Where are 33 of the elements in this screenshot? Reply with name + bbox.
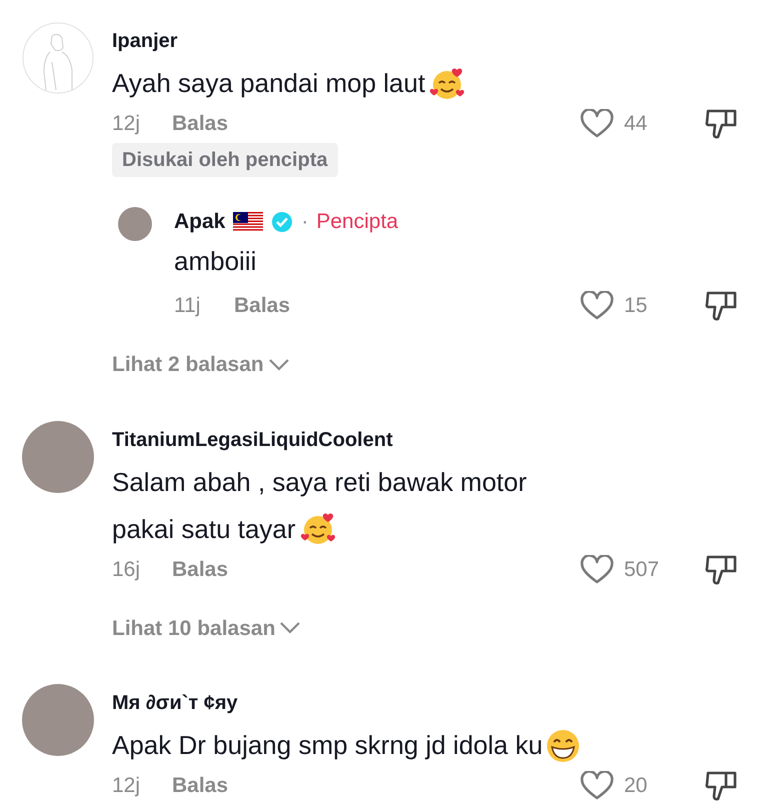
heart-icon[interactable] bbox=[580, 291, 614, 321]
creator-liked-badge: Disukai oleh pencipta bbox=[112, 143, 338, 177]
comment-text: Ayah saya pandai mop laut bbox=[112, 67, 426, 100]
username[interactable]: Mя ∂σи`т ¢яу bbox=[112, 690, 768, 716]
comment-time: 11j bbox=[174, 293, 202, 320]
comment-text: Apak Dr bujang smp skrng jd idola ku bbox=[112, 729, 543, 762]
comment-time: 12j bbox=[112, 111, 142, 138]
reply-button[interactable]: Balas bbox=[234, 290, 290, 322]
view-replies-button[interactable]: Lihat 2 balasan bbox=[112, 349, 290, 380]
separator-dot: · bbox=[301, 209, 308, 236]
username[interactable]: Ipanjer bbox=[112, 28, 768, 54]
chevron-down-icon bbox=[279, 621, 302, 636]
comment-text: pakai satu tayar bbox=[112, 512, 296, 546]
like-count: 20 bbox=[624, 773, 648, 800]
comment-time: 16j bbox=[112, 556, 142, 583]
like-count: 44 bbox=[624, 111, 648, 138]
like-count: 15 bbox=[624, 293, 648, 320]
reply-button[interactable]: Balas bbox=[172, 770, 228, 802]
reply-button[interactable]: Balas bbox=[172, 108, 228, 140]
creator-label: Pencipta bbox=[316, 209, 398, 236]
view-replies-button[interactable]: Lihat 10 balasan bbox=[112, 612, 302, 644]
heart-icon[interactable] bbox=[580, 771, 614, 801]
comment-time: 12j bbox=[112, 773, 142, 800]
username[interactable]: TitaniumLegasiLiquidCoolent bbox=[112, 426, 768, 452]
like-count: 507 bbox=[624, 556, 660, 583]
comment-text: amboiii bbox=[174, 245, 256, 278]
username[interactable]: Apak bbox=[174, 206, 226, 238]
heart-icon[interactable] bbox=[580, 109, 614, 139]
comment-text: Salam abah , saya reti bawak motor bbox=[112, 466, 527, 498]
reply-button[interactable]: Balas bbox=[172, 554, 228, 586]
heart-icon[interactable] bbox=[580, 554, 614, 584]
chevron-down-icon bbox=[268, 358, 290, 372]
avatar-photo-placeholder[interactable] bbox=[118, 207, 152, 241]
